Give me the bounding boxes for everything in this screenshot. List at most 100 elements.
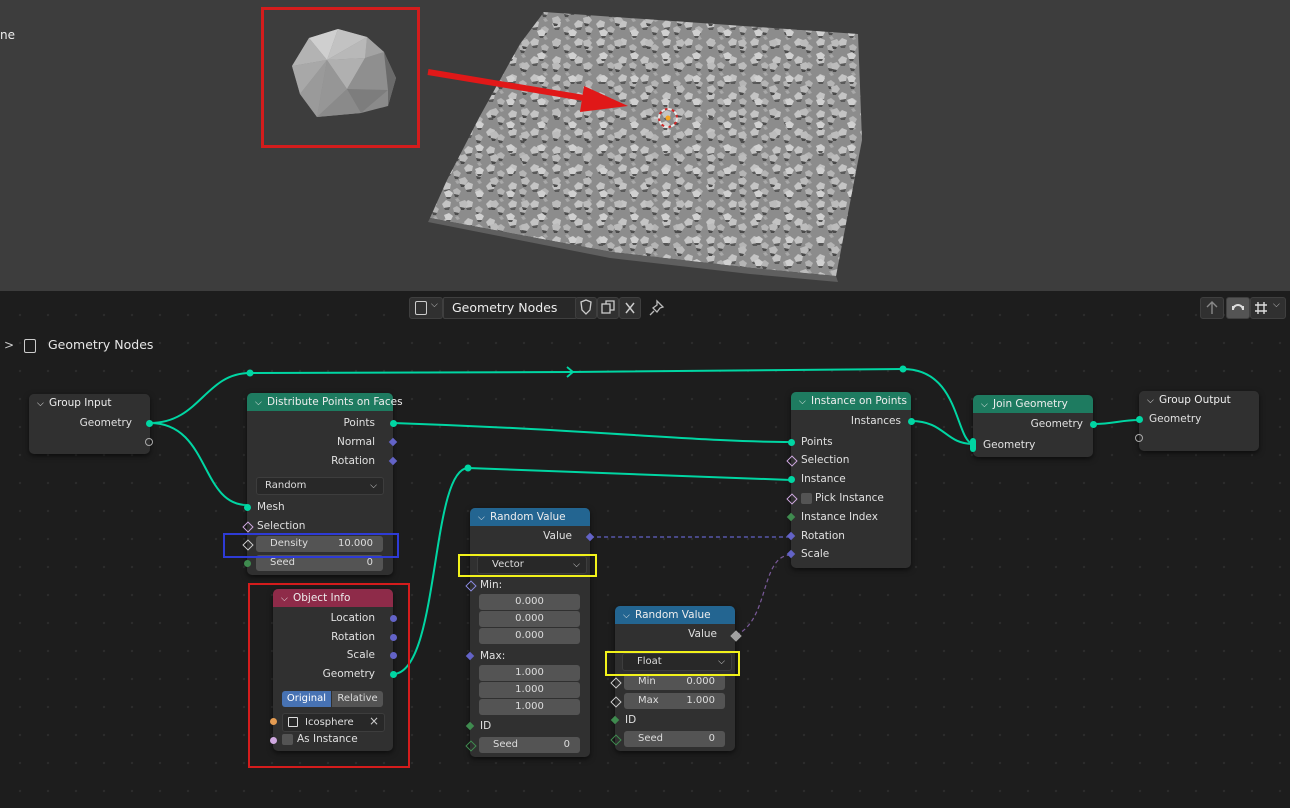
as-instance-checkbox[interactable]	[282, 734, 293, 745]
object-name: Icosphere	[305, 717, 354, 728]
max-y-field[interactable]: 1.000	[479, 682, 580, 698]
node-title: Join Geometry	[993, 398, 1068, 410]
field-label: Seed	[638, 733, 663, 744]
instance-on-points-node[interactable]: ⌵ Instance on Points Instances Points Sel…	[786, 392, 915, 568]
chevron-down-icon[interactable]: ⌵	[1147, 392, 1159, 410]
field-value: 0	[563, 739, 570, 750]
snap-mode-dropdown[interactable]: ⌵	[1250, 297, 1286, 319]
output-socket[interactable]	[390, 615, 397, 622]
node-header[interactable]: ⌵ Random Value	[470, 508, 590, 526]
min-y-field[interactable]: 0.000	[479, 611, 580, 627]
empty-input-socket[interactable]	[1135, 434, 1143, 442]
min-x-field[interactable]: 0.000	[479, 594, 580, 610]
dropdown-value: Float	[637, 656, 662, 667]
distribute-points-node[interactable]: ⌵ Distribute Points on Faces Points Norma…	[242, 393, 403, 575]
arrow-up-icon	[1206, 301, 1218, 314]
input-socket[interactable]	[1136, 416, 1143, 423]
output-scale-label: Scale	[346, 649, 375, 661]
empty-output-socket[interactable]	[145, 438, 153, 446]
output-normal-label: Normal	[337, 436, 375, 448]
output-socket[interactable]	[1090, 421, 1097, 428]
field-value: 0.000	[686, 676, 715, 687]
output-instances-label: Instances	[850, 415, 901, 427]
distribute-mode-dropdown[interactable]: Random ⌵	[256, 477, 384, 495]
node-header[interactable]: ⌵ Join Geometry	[973, 395, 1093, 413]
node-header[interactable]: ⌵ Random Value	[615, 606, 735, 624]
original-toggle[interactable]: Original	[282, 691, 331, 707]
node-header[interactable]: ⌵ Group Output	[1139, 391, 1259, 409]
chevron-down-icon[interactable]: ⌵	[37, 395, 49, 413]
duplicate-button[interactable]	[597, 297, 619, 319]
node-tree-icon	[415, 301, 427, 315]
output-socket[interactable]	[390, 634, 397, 641]
group-output-node[interactable]: ⌵ Group Output Geometry	[1135, 391, 1259, 451]
seed-field[interactable]: Seed 0	[624, 731, 725, 747]
fake-user-button[interactable]	[575, 297, 597, 319]
chevron-down-icon[interactable]: ⌵	[981, 396, 993, 414]
node-header[interactable]: ⌵ Instance on Points	[791, 392, 911, 410]
max-z-field[interactable]: 1.000	[479, 699, 580, 715]
field-value: 10.000	[338, 538, 373, 549]
density-field[interactable]: Density 10.000	[256, 536, 383, 552]
max-field[interactable]: Max 1.000	[624, 693, 725, 709]
relative-toggle[interactable]: Relative	[332, 691, 383, 707]
input-socket[interactable]	[244, 504, 251, 511]
min-field[interactable]: Min 0.000	[624, 674, 725, 690]
dropdown-value: Vector	[492, 559, 524, 570]
output-socket[interactable]	[390, 671, 397, 678]
magnet-icon	[1232, 304, 1244, 311]
3d-viewport[interactable]: ne	[0, 0, 1290, 291]
input-rotation-label: Rotation	[801, 530, 845, 542]
min-z-field[interactable]: 0.000	[479, 628, 580, 644]
chevron-down-icon[interactable]: ⌵	[255, 394, 267, 412]
input-instance-label: Instance	[801, 473, 846, 485]
output-socket[interactable]	[390, 420, 397, 427]
object-icon	[288, 717, 298, 727]
chevron-down-icon: ⌵	[573, 560, 580, 570]
pick-instance-label: Pick Instance	[815, 492, 884, 504]
input-socket[interactable]	[788, 439, 795, 446]
join-geometry-node[interactable]: ⌵ Join Geometry Geometry Geometry	[970, 395, 1097, 457]
snap-toggle-button[interactable]	[1226, 297, 1250, 319]
input-socket[interactable]	[788, 476, 795, 483]
node-header[interactable]: ⌵ Object Info	[273, 589, 393, 607]
output-socket[interactable]	[146, 420, 153, 427]
output-location-label: Location	[330, 612, 375, 624]
chevron-down-icon[interactable]: ⌵	[799, 393, 811, 411]
multi-input-socket[interactable]	[970, 438, 976, 452]
node-tree-name-field[interactable]: Geometry Nodes	[443, 297, 577, 319]
as-instance-label: As Instance	[297, 733, 358, 745]
chevron-down-icon[interactable]: ⌵	[281, 590, 293, 608]
data-type-dropdown[interactable]: Vector ⌵	[477, 556, 587, 574]
node-title: Group Output	[1159, 394, 1231, 406]
output-socket[interactable]	[908, 418, 915, 425]
random-value-float-node[interactable]: ⌵ Random Value Value Float ⌵ Min 0.000 Max 1…	[610, 606, 742, 751]
chevron-right-icon[interactable]: >	[4, 338, 14, 352]
random-value-vector-node[interactable]: ⌵ Random Value Value Vector ⌵ Min: 0.000 0…	[465, 508, 595, 757]
node-tree-type-button[interactable]: ⌵	[409, 297, 443, 319]
chevron-down-icon[interactable]: ⌵	[478, 509, 490, 527]
dropdown-value: Random	[265, 480, 307, 491]
pin-icon[interactable]	[648, 299, 666, 317]
max-x-field[interactable]: 1.000	[479, 665, 580, 681]
node-title: Instance on Points	[811, 395, 907, 407]
data-type-dropdown[interactable]: Float ⌵	[622, 653, 732, 671]
seed-field[interactable]: Seed 0	[256, 555, 383, 571]
close-icon[interactable]: ×	[369, 713, 379, 730]
seed-field[interactable]: Seed 0	[479, 737, 580, 753]
node-header[interactable]: ⌵ Distribute Points on Faces	[247, 393, 403, 412]
pick-instance-checkbox[interactable]	[801, 493, 812, 504]
close-icon	[625, 302, 635, 314]
node-header[interactable]: ⌵ Group Input	[29, 394, 150, 412]
unlink-button[interactable]	[619, 297, 641, 319]
parent-node-tree-button[interactable]	[1200, 297, 1224, 319]
input-socket[interactable]	[270, 737, 277, 744]
output-points-label: Points	[343, 417, 375, 429]
field-value: 1.000	[686, 695, 715, 706]
output-socket[interactable]	[390, 652, 397, 659]
chevron-down-icon[interactable]: ⌵	[623, 607, 635, 625]
input-socket[interactable]	[270, 718, 277, 725]
group-input-node[interactable]: ⌵ Group Input Geometry	[29, 394, 153, 454]
input-socket[interactable]	[244, 560, 251, 567]
object-info-node[interactable]: ⌵ Object Info Location Rotation Scale Geo…	[270, 589, 397, 751]
